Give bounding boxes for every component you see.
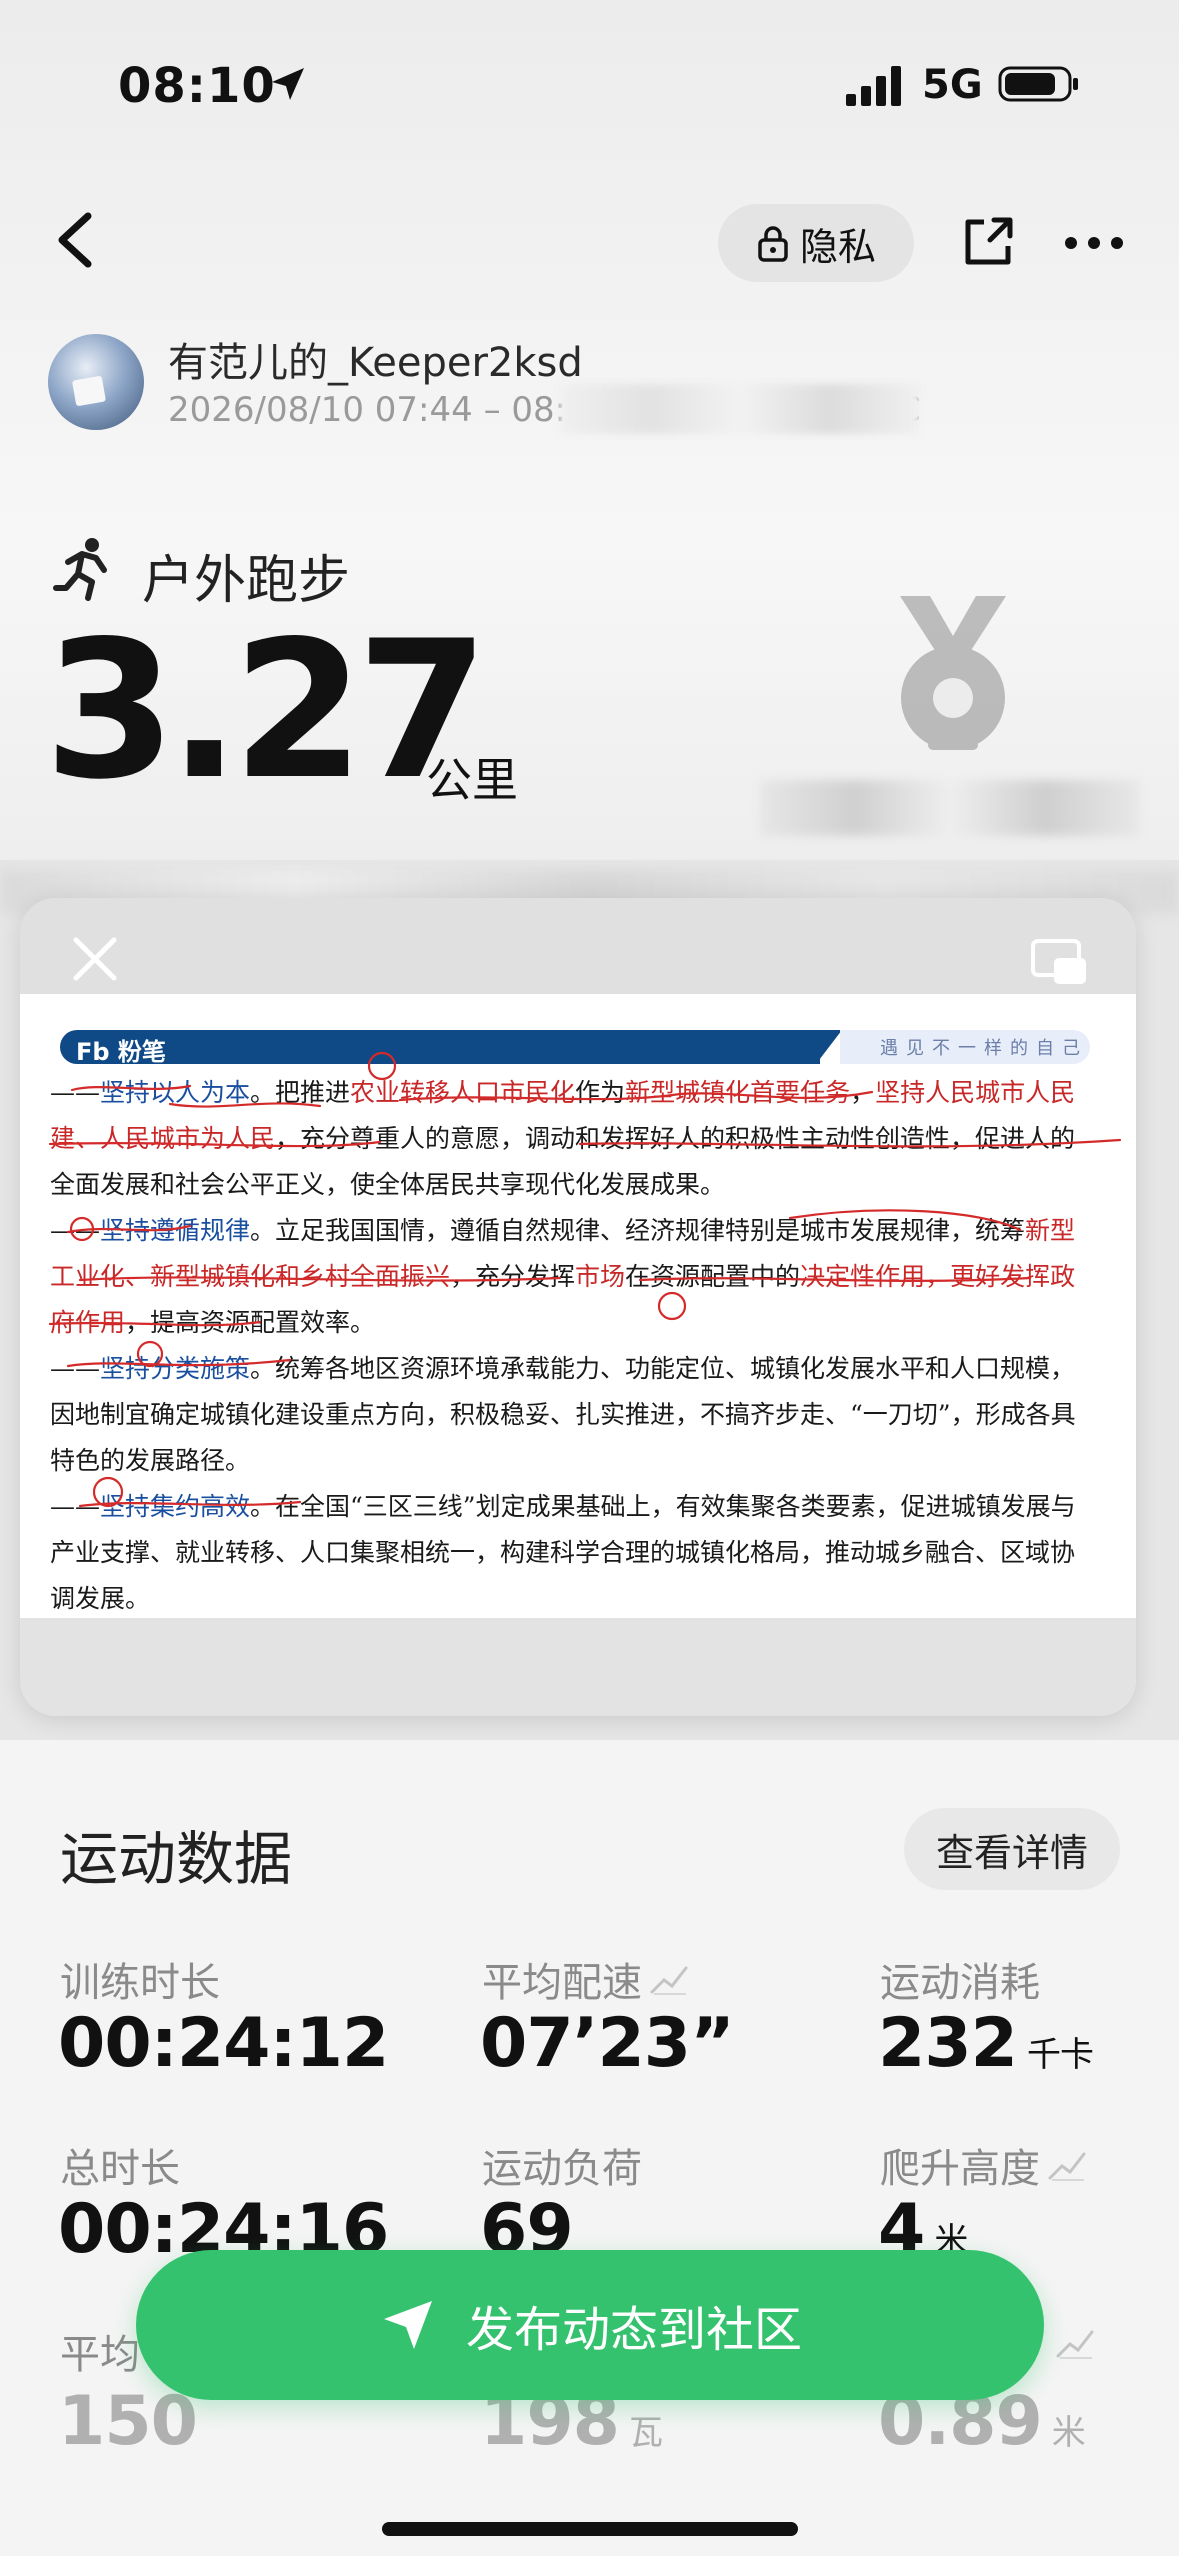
view-details-button[interactable]: 查看详情 (904, 1808, 1120, 1890)
medal-icon[interactable] (888, 590, 1018, 760)
overlay-header (20, 898, 1136, 994)
back-chevron-icon[interactable] (50, 210, 100, 270)
image-overlay: Fb 粉笔 遇见不一样的自己 ——坚持以人为本。把推进农业转移人口市民化作为新型… (20, 898, 1136, 1716)
status-time: 08:10 (118, 58, 276, 114)
send-arrow-icon (383, 2301, 432, 2349)
distance-unit: 公里 (426, 753, 518, 807)
session-meta: 2026/08/10 07:44 – 08:0 °C (168, 390, 921, 430)
running-person-icon (53, 538, 107, 601)
stat-label-elevation-gain[interactable]: 爬升高度 (880, 2136, 1086, 2194)
privacy-button[interactable]: 隐私 (718, 204, 914, 282)
publish-to-community-button[interactable]: 发布动态到社区 (136, 2250, 1044, 2400)
username[interactable]: 有范儿的_Keeper2ksd (168, 330, 583, 388)
publish-label: 发布动态到社区 (465, 2302, 802, 2358)
overlay-footer (20, 1618, 1136, 1716)
picture-in-picture-icon[interactable] (1030, 938, 1088, 986)
distance-value: 3.27 (44, 600, 489, 821)
battery-icon (998, 66, 1078, 102)
stat-label-calories: 运动消耗 (880, 1960, 1040, 2006)
close-icon[interactable] (70, 934, 120, 984)
handwritten-annotations (48, 1051, 1122, 1508)
location-arrow-icon (272, 68, 304, 100)
document-image: Fb 粉笔 遇见不一样的自己 ——坚持以人为本。把推进农业转移人口市民化作为新型… (20, 994, 1136, 1618)
more-options-icon[interactable] (1064, 236, 1124, 250)
stat-label-avg-pace[interactable]: 平均配速 (482, 1950, 688, 2008)
stat-label-training-duration: 训练时长 (60, 1960, 220, 2006)
session-time: 2026/08/10 07:44 – 08:0 (168, 390, 588, 430)
stat-label-total-duration: 总时长 (60, 2146, 180, 2192)
redacted-region-2 (760, 780, 1140, 836)
trend-chart-icon (1048, 2152, 1086, 2181)
stat-value-training-duration: 00:24:12 (58, 2004, 389, 2083)
signal-bars-icon (846, 66, 901, 106)
stat-label-training-load: 运动负荷 (482, 2146, 642, 2192)
stat-unit-meters: 米 (1051, 2413, 1086, 2453)
home-indicator[interactable] (382, 2522, 798, 2536)
network-type: 5G (922, 62, 983, 108)
stat-unit-calories: 千卡 (1026, 2035, 1094, 2075)
sport-data-title: 运动数据 (60, 1825, 293, 1893)
lock-icon (758, 226, 788, 262)
privacy-label: 隐私 (799, 224, 876, 269)
trend-chart-icon[interactable] (1056, 2326, 1094, 2360)
stat-value-avg-pace: 07’23” (480, 2004, 735, 2083)
trend-chart-icon (650, 1966, 688, 1995)
share-icon[interactable] (960, 214, 1016, 270)
stat-value-calories: 232 千卡 (878, 2004, 1094, 2083)
avatar[interactable] (48, 334, 144, 430)
stat-label-average: 平均 (60, 2332, 140, 2378)
stat-value-row3-col1: 150 (58, 2382, 198, 2461)
redacted-region (560, 384, 920, 434)
stat-unit-watts: 瓦 (628, 2413, 663, 2453)
